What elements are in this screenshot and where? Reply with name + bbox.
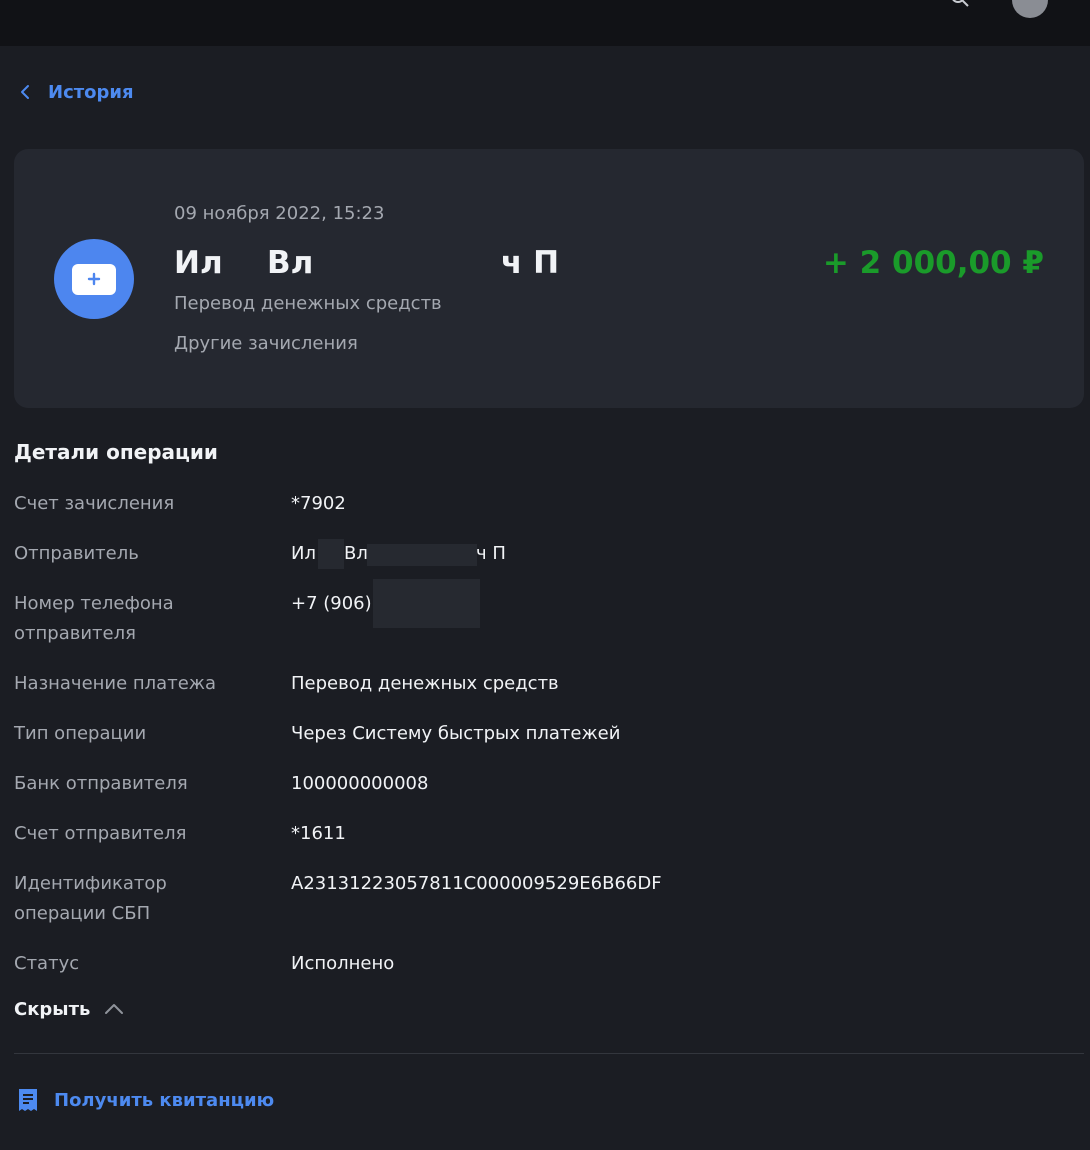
sender-part: ч П <box>476 543 506 564</box>
detail-label: Номер телефона отправителя <box>14 593 174 644</box>
chevron-up-icon <box>105 1004 124 1014</box>
top-bar <box>0 0 1090 46</box>
sender-part: Вл <box>344 543 368 564</box>
detail-label: Банк отправителя <box>14 773 188 794</box>
detail-value: Через Систему быстрых платежей <box>291 723 621 744</box>
search-icon[interactable] <box>950 0 970 8</box>
detail-value: A23131223057811C000009529E6B66DF <box>291 873 662 894</box>
detail-value: +7 (906) <box>291 593 372 614</box>
detail-label: Отправитель <box>14 543 139 564</box>
transaction-category: Другие зачисления <box>174 333 358 354</box>
back-link[interactable]: История <box>18 78 134 106</box>
get-receipt-label: Получить квитанцию <box>54 1089 275 1111</box>
hide-details-label: Скрыть <box>14 998 91 1020</box>
back-link-label: История <box>48 81 134 103</box>
details-title: Детали операции <box>14 440 218 464</box>
detail-value: Перевод денежных средств <box>291 673 559 694</box>
detail-label: Идентификатор операции СБП <box>14 873 167 924</box>
sender-name-part: Вл <box>267 245 314 281</box>
transaction-amount: + 2 000,00 ₽ <box>822 245 1044 281</box>
detail-label: Тип операции <box>14 723 147 744</box>
sender-name-part: Ил <box>174 245 223 281</box>
sender-name: Ил Вл ч П <box>174 245 594 285</box>
detail-value: *1611 <box>291 823 346 844</box>
redaction-mask <box>367 544 477 566</box>
transaction-icon-badge <box>72 264 116 295</box>
sender-part: Ил <box>291 543 316 564</box>
detail-label: Счет зачисления <box>14 493 175 514</box>
redaction-mask <box>373 579 480 628</box>
transaction-icon-circle <box>54 239 134 319</box>
detail-label: Назначение платежа <box>14 673 217 694</box>
get-receipt-button[interactable]: Получить квитанцию <box>16 1085 274 1115</box>
detail-label: Статус <box>14 953 80 974</box>
divider <box>14 1053 1084 1054</box>
detail-value: Исполнено <box>291 953 395 974</box>
receipt-icon <box>19 1089 37 1111</box>
chevron-left-icon <box>21 85 29 99</box>
detail-label: Счет отправителя <box>14 823 187 844</box>
transaction-subtitle: Перевод денежных средств <box>174 293 442 314</box>
transaction-card: 09 ноября 2022, 15:23 Ил Вл ч П Перевод … <box>14 149 1084 408</box>
redaction-mask <box>318 539 344 569</box>
detail-value: 100000000008 <box>291 773 429 794</box>
plus-icon <box>87 272 101 286</box>
detail-value: *7902 <box>291 493 346 514</box>
hide-details-button[interactable]: Скрыть <box>14 994 124 1024</box>
transaction-date: 09 ноября 2022, 15:23 <box>174 203 385 224</box>
sender-name-part: ч П <box>501 245 560 281</box>
avatar[interactable] <box>1012 0 1048 18</box>
